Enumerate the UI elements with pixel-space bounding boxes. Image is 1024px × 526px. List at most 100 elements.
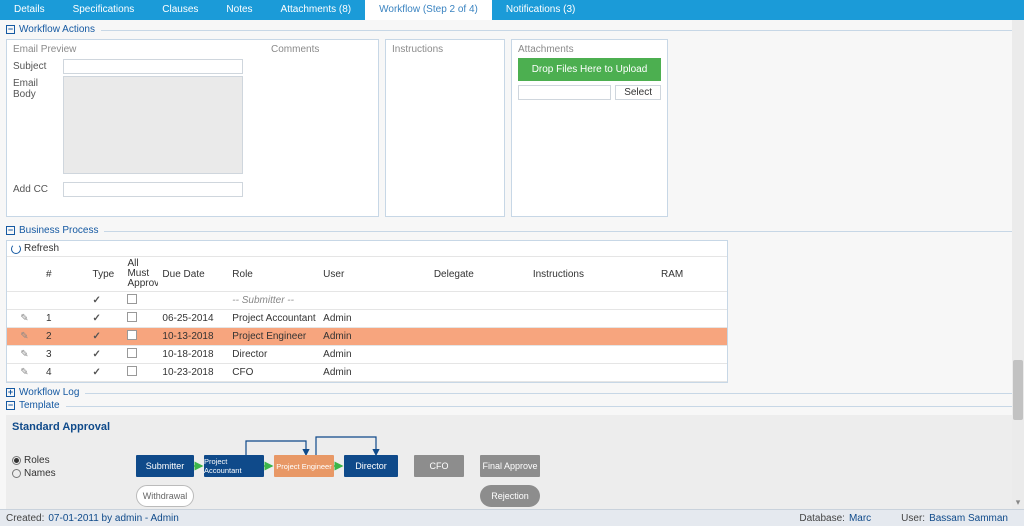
col-all[interactable]: All Must Approve [123,257,158,292]
cell-num: 3 [42,346,89,364]
cell-due: 10-13-2018 [158,328,228,346]
radio-icon [12,456,21,465]
cell-user: Admin [319,364,430,382]
panel-title: Email Preview [13,44,76,55]
subject-input[interactable] [63,59,243,74]
cell-user: Admin [319,346,430,364]
comments-label: Comments [271,44,371,55]
table-row[interactable]: ✎1✓06-25-2014Project AccountantAdmin [7,310,727,328]
section-title: Business Process [19,225,98,236]
select-file-button[interactable]: Select [615,85,661,100]
tab-specifications[interactable]: Specifications [59,0,149,20]
collapse-icon[interactable]: − [6,401,15,410]
add-cc-label: Add CC [13,182,63,195]
email-body-textarea[interactable] [63,76,243,174]
edit-icon[interactable]: ✎ [7,346,42,364]
tab-clauses[interactable]: Clauses [148,0,212,20]
checkbox[interactable] [127,312,137,322]
database-value: Marc [849,513,871,524]
tab-workflow[interactable]: Workflow (Step 2 of 4) [365,0,492,20]
cell-num: 4 [42,364,89,382]
tab-details[interactable]: Details [0,0,59,20]
node-submitter[interactable]: Submitter [136,455,194,477]
cell-role: Project Engineer [228,328,319,346]
section-template: − Template [6,400,1018,411]
table-row[interactable]: ✎2 ✓ 10-13-2018Project EngineerAdmin [7,328,727,346]
tab-notes[interactable]: Notes [212,0,266,20]
cell-user: Admin [319,328,430,346]
expand-icon[interactable]: + [6,388,15,397]
section-title: Template [19,400,60,411]
section-workflow-actions: − Workflow Actions [6,24,1018,35]
check-icon: ✓ [93,295,101,306]
cell-num: 2 [42,328,89,346]
created-label: Created: [6,513,44,524]
col-num[interactable]: # [42,257,89,292]
submitter-label: -- Submitter -- [228,292,319,310]
table-row[interactable]: ✓ -- Submitter -- [7,292,727,310]
tab-attachments[interactable]: Attachments (8) [267,0,366,20]
node-rejection[interactable]: Rejection [480,485,540,507]
tab-bar: Details Specifications Clauses Notes Att… [0,0,1024,20]
checkbox[interactable] [127,330,137,340]
created-value: 07-01-2011 by admin - Admin [48,513,178,524]
node-project-engineer[interactable]: Project Engineer [274,455,334,477]
refresh-button[interactable]: Refresh [7,241,727,257]
cell-user: Admin [319,310,430,328]
col-role[interactable]: Role [228,257,319,292]
email-preview-panel: Email Preview Subject Email Body Add CC … [6,39,379,217]
user-value: Bassam Samman [929,513,1008,524]
col-delegate[interactable]: Delegate [430,257,529,292]
drop-files-zone[interactable]: Drop Files Here to Upload [518,58,661,81]
node-cfo[interactable]: CFO [414,455,464,477]
scrollbar-thumb[interactable] [1013,360,1023,420]
check-icon: ✓ [93,331,101,342]
edit-icon[interactable]: ✎ [7,364,42,382]
checkbox[interactable] [127,348,137,358]
file-path-input[interactable] [518,85,611,100]
check-icon: ✓ [93,349,101,360]
cell-due: 10-18-2018 [158,346,228,364]
section-workflow-log: + Workflow Log [6,387,1018,398]
col-type[interactable]: Type [89,257,124,292]
status-bar: Created: 07-01-2011 by admin - Admin Dat… [0,509,1024,526]
col-ram[interactable]: RAM [657,257,727,292]
radio-roles[interactable]: Roles [12,455,56,466]
node-final-approve[interactable]: Final Approve [480,455,540,477]
edit-icon[interactable]: ✎ [7,310,42,328]
scroll-down-icon[interactable]: ▾ [1013,497,1023,507]
edit-icon[interactable]: ✎ [7,328,42,346]
business-process-grid: Refresh # Type All Must Approve Due Date… [6,240,728,383]
add-cc-input[interactable] [63,182,243,197]
node-director[interactable]: Director [344,455,398,477]
col-instructions[interactable]: Instructions [529,257,657,292]
cell-due: 10-23-2018 [158,364,228,382]
collapse-icon[interactable]: − [6,226,15,235]
node-withdrawal[interactable]: Withdrawal [136,485,194,507]
col-due[interactable]: Due Date [158,257,228,292]
cell-role: CFO [228,364,319,382]
checkbox[interactable] [127,366,137,376]
node-project-accountant[interactable]: Project Accountant [204,455,264,477]
table-row[interactable]: ✎4✓10-23-2018CFOAdmin [7,364,727,382]
subject-label: Subject [13,59,63,72]
section-title: Workflow Log [19,387,79,398]
vertical-scrollbar[interactable]: ▾ [1012,20,1024,509]
checkbox[interactable] [127,294,137,304]
radio-names[interactable]: Names [12,468,56,479]
col-user[interactable]: User [319,257,430,292]
radio-icon [12,469,21,478]
table-row[interactable]: ✎3✓10-18-2018DirectorAdmin [7,346,727,364]
section-title: Workflow Actions [19,24,95,35]
database-label: Database: [799,513,845,524]
attachments-panel: Attachments Drop Files Here to Upload Se… [511,39,668,217]
instructions-panel: Instructions [385,39,505,217]
panel-title: Instructions [392,44,443,55]
refresh-icon [11,244,21,254]
tab-notifications[interactable]: Notifications (3) [492,0,589,20]
collapse-icon[interactable]: − [6,25,15,34]
check-icon: ✓ [93,313,101,324]
user-label: User: [901,513,925,524]
template-diagram: Standard Approval Roles Names [6,415,1018,519]
section-business-process: − Business Process [6,225,1018,236]
